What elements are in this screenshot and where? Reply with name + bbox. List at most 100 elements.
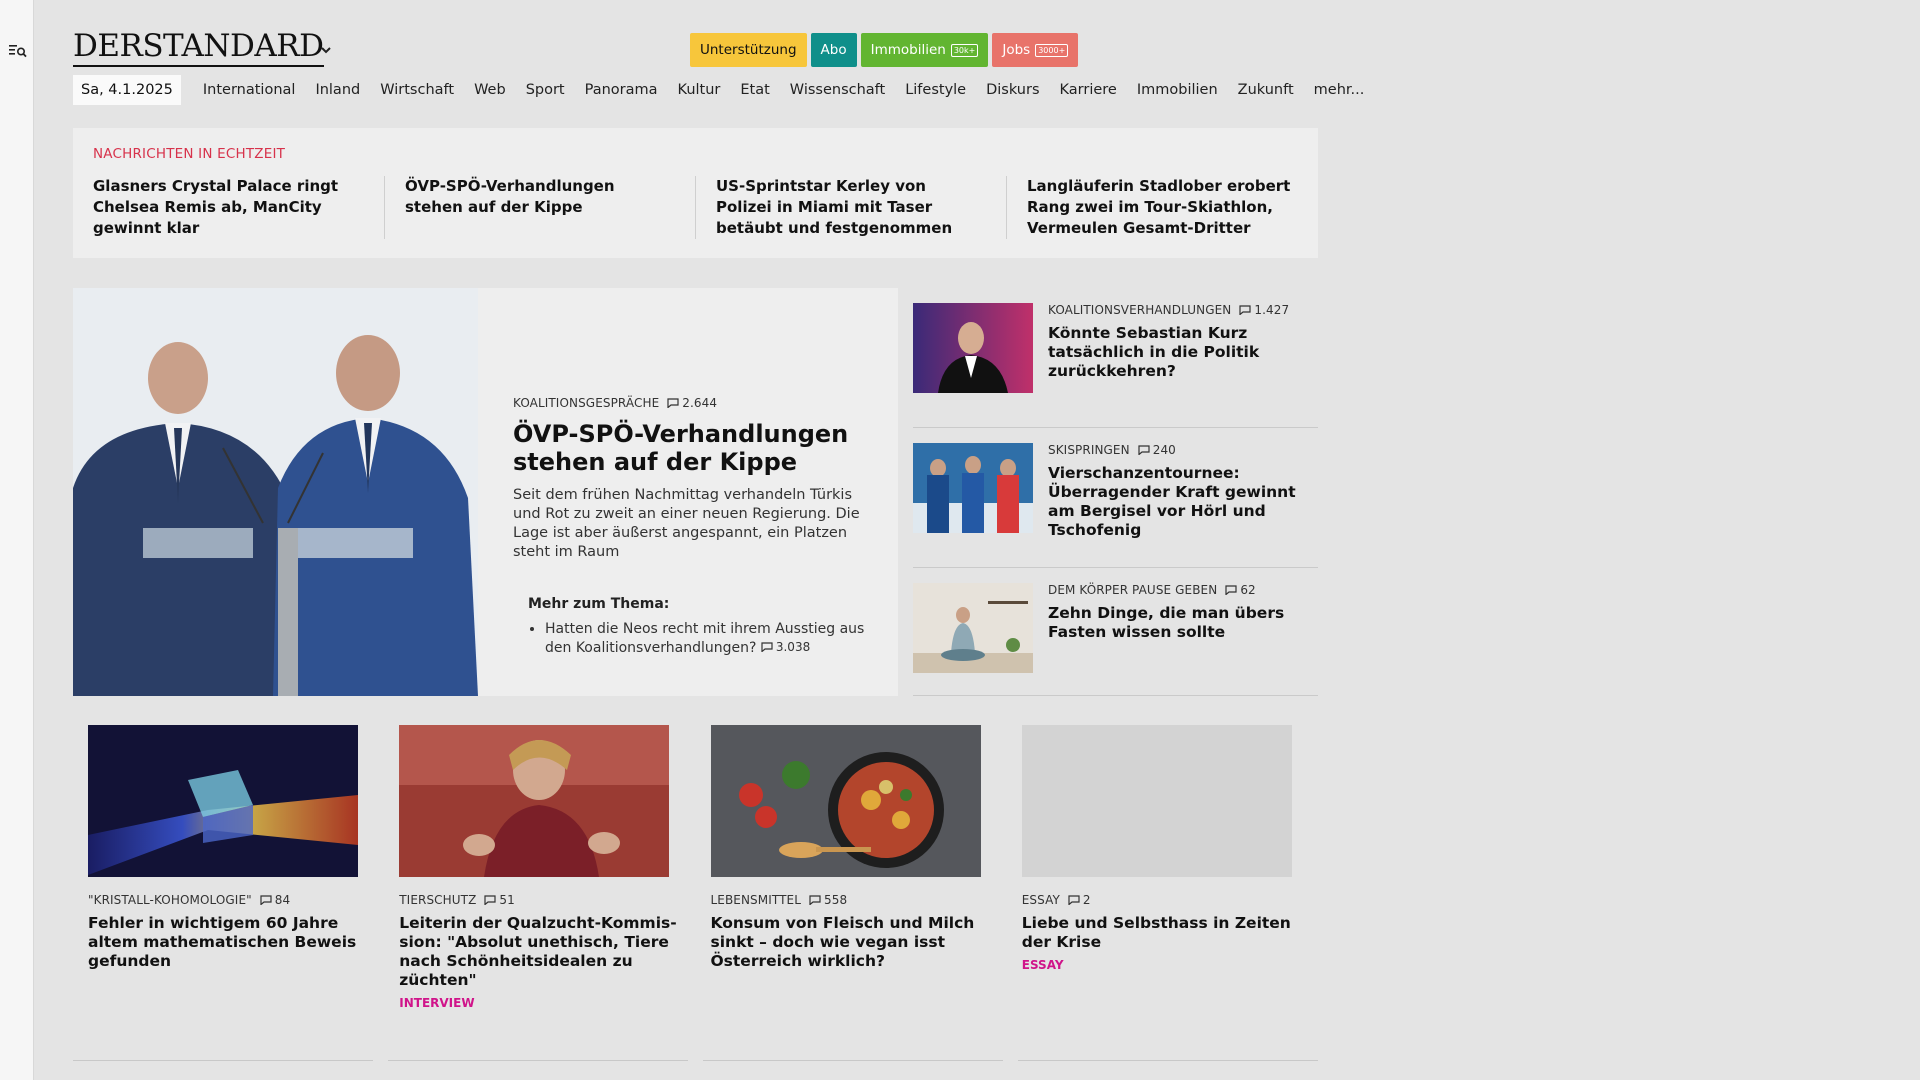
nav-item-lifestyle[interactable]: Lifestyle (895, 82, 976, 98)
ticker-item[interactable]: ÖVP-SPÖ-Verhandlungen stehen auf der Kip… (384, 176, 695, 239)
comment-icon (761, 642, 773, 652)
side-story[interactable]: Koalitionsverhandlungen 1.427 Könnte Seb… (913, 288, 1318, 428)
comment-count[interactable]: 558 (809, 893, 847, 907)
story-kicker: Tierschutz 51 (399, 893, 680, 907)
comment-count[interactable]: 84 (260, 893, 290, 907)
related-link-text: Hatten die Neos recht mit ihrem Ausstieg… (545, 621, 865, 656)
story-title[interactable]: Leiterin der Qualzucht-Kommis­sion: "Abs… (399, 914, 680, 990)
story-thumbnail (913, 583, 1033, 673)
comment-count[interactable]: 2 (1068, 893, 1091, 907)
story-kicker: Dem Körper Pause geben 62 (1048, 583, 1313, 597)
nav-item-wissenschaft[interactable]: Wissenschaft (780, 82, 895, 98)
kicker-text: Skispringen (1048, 443, 1130, 457)
comment-count-value: 240 (1152, 443, 1176, 457)
kicker-text: Tierschutz (399, 893, 477, 907)
support-label: Unterstützung (700, 42, 797, 58)
story-tag: Interview (399, 996, 475, 1010)
comment-count[interactable]: 240 (1138, 443, 1176, 457)
comment-icon (1068, 895, 1080, 905)
current-date: Sa, 4.1.2025 (73, 75, 181, 105)
comment-icon (260, 895, 272, 905)
nav-item-etat[interactable]: Etat (730, 82, 779, 98)
comment-count-value: 558 (824, 893, 848, 907)
nav-item-web[interactable]: Web (464, 82, 516, 98)
nav-item-international[interactable]: International (193, 82, 306, 98)
story-card[interactable]: Lebensmittel 558 Konsum von Fleisch und … (696, 710, 1007, 1010)
comment-count-value: 1.427 (1254, 303, 1290, 317)
abo-label: Abo (820, 42, 847, 58)
side-stories: Koalitionsverhandlungen 1.427 Könnte Seb… (913, 288, 1318, 696)
story-title[interactable]: Konsum von Fleisch und Milch sinkt – doc… (711, 914, 992, 971)
comment-count[interactable]: 3.038 (761, 638, 810, 656)
lead-story: Koalitionsgespräche 2.644 ÖVP-SPÖ-Verhan… (73, 288, 898, 696)
lead-photo[interactable] (73, 288, 478, 696)
immobilien-label: Immobilien (870, 42, 946, 58)
divider (73, 1060, 373, 1061)
story-kicker: Lebensmittel 558 (711, 893, 992, 907)
nav-item-wirtschaft[interactable]: Wirtschaft (370, 82, 464, 98)
side-story[interactable]: Skispringen 240 Vierschanzentournee: Übe… (913, 428, 1318, 568)
support-button[interactable]: Unterstützung (690, 33, 807, 67)
story-thumbnail (913, 443, 1033, 533)
comment-count-value: 51 (499, 893, 515, 907)
ticker-item[interactable]: US-Sprintstar Kerley von Polizei in Miam… (695, 176, 1006, 239)
jobs-label: Jobs (1002, 42, 1031, 58)
comment-count-value: 84 (274, 893, 291, 907)
story-title[interactable]: Liebe und Selbsthass in Zeiten der Krise (1022, 914, 1303, 952)
jobs-button[interactable]: Jobs 3000+ (992, 33, 1079, 67)
comment-icon (809, 895, 821, 905)
story-row: "Kristall-Kohomologie" 84 Fehler in wich… (73, 710, 1318, 1010)
lead-kicker: Koalitionsgespräche 2.644 (513, 396, 873, 410)
top-buttons: Unterstützung Abo Immobilien 30k+ Jobs 300… (690, 33, 1079, 67)
nav-item-more[interactable]: mehr... (1304, 82, 1375, 98)
story-image (88, 725, 358, 877)
story-card[interactable]: Tierschutz 51 Leiterin der Qualzucht-Kom… (384, 710, 695, 1010)
abo-button[interactable]: Abo (810, 33, 857, 67)
ticker-item[interactable]: Langläuferin Stadlober erobert Rang zwei… (1006, 176, 1317, 239)
comment-count[interactable]: 1.427 (1239, 303, 1289, 317)
kicker-text: Essay (1021, 893, 1060, 907)
comment-count[interactable]: 51 (484, 893, 515, 907)
story-kicker: "Kristall-Kohomologie" 84 (88, 893, 369, 907)
comment-count-value: 2.644 (682, 396, 718, 410)
comment-icon (484, 895, 497, 905)
comment-icon (1138, 445, 1150, 455)
story-title[interactable]: Zehn Dinge, die man übers Fasten wissen … (1048, 604, 1313, 642)
left-rail (0, 0, 34, 1080)
nav-item-inland[interactable]: Inland (305, 82, 370, 98)
nav-item-zukunft[interactable]: Zukunft (1228, 82, 1304, 98)
story-kicker: Skispringen 240 (1048, 443, 1313, 457)
chevron-down-icon[interactable] (318, 44, 334, 56)
story-tag: Essay (1021, 958, 1064, 972)
comment-count[interactable]: 62 (1225, 583, 1256, 597)
nav-item-diskurs[interactable]: Diskurs (976, 82, 1049, 98)
ticker-item[interactable]: Glasners Crystal Palace ringt Chelsea Re… (73, 176, 384, 239)
divider (1018, 1060, 1318, 1061)
kicker-text: Koalitionsgespräche (513, 396, 660, 410)
related-link[interactable]: Hatten die Neos recht mit ihrem Ausstieg… (545, 620, 878, 657)
nav-item-karriere[interactable]: Karriere (1050, 82, 1127, 98)
nav-item-panorama[interactable]: Panorama (575, 82, 668, 98)
story-image-placeholder (1021, 725, 1292, 877)
side-story[interactable]: Dem Körper Pause geben 62 Zehn Dinge, di… (913, 568, 1318, 696)
comment-icon (1225, 585, 1237, 595)
story-image (710, 725, 981, 877)
kicker-text: Dem Körper Pause geben (1048, 583, 1218, 597)
story-title[interactable]: Fehler in wichtigem 60 Jahre altem mathe… (88, 914, 369, 971)
kicker-text: Koalitionsverhandlungen (1048, 303, 1232, 317)
lead-title[interactable]: ÖVP-SPÖ-Verhandlungen stehen auf der Kip… (513, 420, 873, 476)
story-title[interactable]: Vierschanzentournee: Überragender Kraft … (1048, 464, 1313, 540)
comment-count[interactable]: 2.644 (667, 396, 717, 410)
comment-count-value: 2 (1082, 893, 1091, 907)
story-title[interactable]: Könnte Sebastian Kurz tatsächlich in die… (1048, 324, 1313, 381)
nav-item-immobilien[interactable]: Immobilien (1127, 82, 1228, 98)
immobilien-button[interactable]: Immobilien 30k+ (860, 33, 989, 67)
kicker-text: Lebensmittel (710, 893, 801, 907)
site-logo[interactable]: derStandard (73, 30, 324, 67)
nav-item-sport[interactable]: Sport (516, 82, 575, 98)
search-menu-icon[interactable] (9, 44, 27, 58)
nav-item-kultur[interactable]: Kultur (668, 82, 731, 98)
story-card[interactable]: Essay 2 Liebe und Selbsthass in Zeiten d… (1007, 710, 1318, 1010)
story-card[interactable]: "Kristall-Kohomologie" 84 Fehler in wich… (73, 710, 384, 1010)
immobilien-badge: 30k+ (950, 43, 979, 57)
